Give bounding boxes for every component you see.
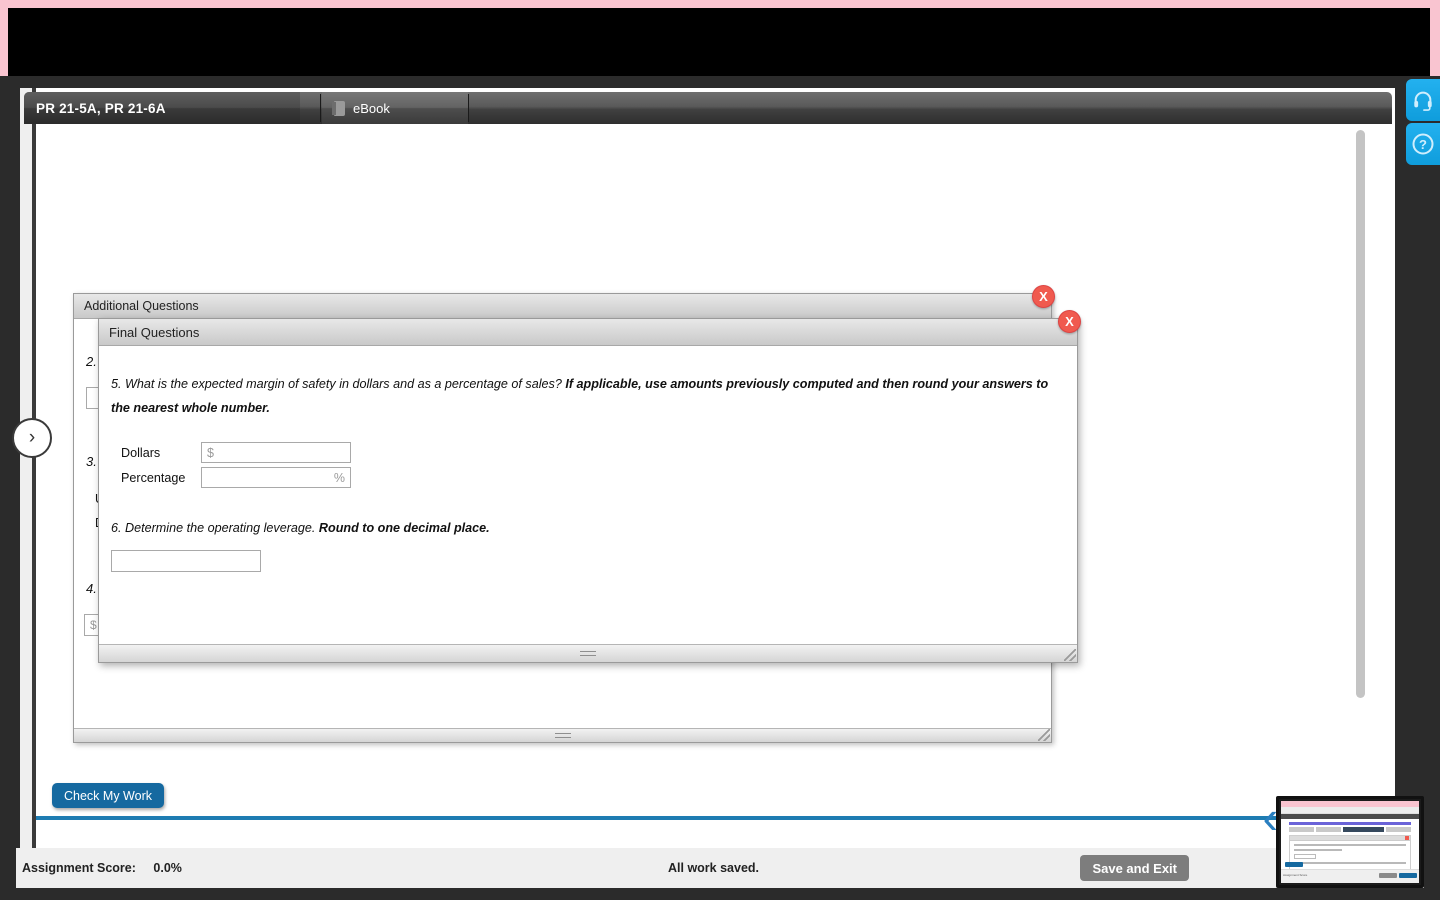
- additional-questions-panel-footer: [74, 728, 1051, 742]
- window-title: PR 21-5A, PR 21-6A: [24, 92, 300, 124]
- svg-text:?: ?: [1419, 137, 1427, 152]
- support-tab[interactable]: [1406, 79, 1440, 121]
- left-gutter-divider: [32, 88, 36, 848]
- pip-tabbar: [1289, 827, 1411, 832]
- assignment-score-value: 0.0%: [153, 861, 182, 875]
- window-titlebar: PR 21-5A, PR 21-6A eBook: [24, 92, 1392, 124]
- percentage-row: Percentage %: [111, 467, 1067, 488]
- additional-questions-resize-handle[interactable]: [1038, 729, 1050, 741]
- pip-statusbar: Assignment Score: [1281, 862, 1419, 883]
- titlebar-divider-1: [320, 94, 321, 122]
- scrollbar-thumb[interactable]: [1356, 130, 1365, 698]
- save-and-exit-button[interactable]: Save and Exit: [1080, 855, 1189, 881]
- save-status-text: All work saved.: [668, 861, 760, 875]
- dollars-row: Dollars $: [111, 442, 1067, 463]
- check-my-work-button[interactable]: Check My Work: [52, 783, 164, 808]
- final-questions-dialog-header: Final Questions X: [99, 310, 1081, 346]
- assignment-score: Assignment Score: 0.0%: [22, 861, 182, 875]
- vertical-scrollbar[interactable]: [1354, 124, 1367, 772]
- final-questions-close-icon[interactable]: X: [1058, 310, 1081, 333]
- black-top-region: [8, 8, 1430, 76]
- final-questions-dialog: Final Questions X 5. What is the expecte…: [98, 310, 1081, 663]
- chevron-right-icon: ›: [28, 427, 36, 448]
- pip-titlebar: [1281, 814, 1419, 819]
- expand-sidebar-button[interactable]: ›: [12, 418, 52, 458]
- percentage-label: Percentage: [121, 470, 186, 485]
- ebook-tab-label: eBook: [353, 100, 390, 116]
- dollars-input[interactable]: $: [201, 442, 351, 463]
- final-questions-body: 5. What is the expected margin of safety…: [99, 346, 1077, 644]
- headset-support-icon: [1414, 91, 1432, 111]
- status-bar: Assignment Score: 0.0% All work saved. S…: [16, 848, 1424, 888]
- operating-leverage-input[interactable]: [111, 550, 261, 572]
- dollars-label: Dollars: [121, 445, 161, 460]
- assignment-score-label: Assignment Score:: [22, 861, 136, 875]
- additional-questions-close-icon[interactable]: X: [1032, 285, 1055, 308]
- book-icon: [332, 100, 345, 116]
- final-questions-drag-grip[interactable]: [580, 651, 596, 656]
- aq-item-2-number: 2.: [86, 354, 97, 369]
- question-5-text: 5. What is the expected margin of safety…: [111, 372, 1067, 420]
- picture-in-picture-thumbnail[interactable]: Assignment Score: [1276, 796, 1424, 888]
- final-questions-dialog-footer: [99, 644, 1077, 662]
- question-6-text: 6. Determine the operating leverage. Rou…: [111, 516, 1067, 540]
- pip-url-bar: [1281, 807, 1419, 814]
- question-mark-help-icon: ?: [1412, 133, 1434, 155]
- left-gutter: [20, 88, 32, 848]
- additional-questions-drag-grip[interactable]: [554, 733, 571, 738]
- additional-questions-panel-header: Additional Questions X: [74, 285, 1055, 319]
- titlebar-divider-2: [468, 94, 469, 122]
- ebook-tab[interactable]: eBook: [322, 92, 468, 124]
- additional-questions-panel-title: Additional Questions: [84, 299, 199, 313]
- pink-frame-left: [0, 0, 8, 78]
- question-6-normal-text: 6. Determine the operating leverage.: [111, 521, 316, 535]
- aq-item-3-number: 3.: [86, 454, 97, 469]
- check-work-bar: Check My Work: [36, 772, 1373, 820]
- pip-breadcrumb: [1289, 822, 1411, 825]
- final-questions-resize-handle[interactable]: [1064, 649, 1076, 661]
- percentage-input[interactable]: %: [201, 467, 351, 488]
- pip-content: Assignment Score: [1281, 801, 1419, 883]
- question-6-bold-text: Round to one decimal place.: [318, 521, 490, 535]
- screen-frame: PR 21-5A, PR 21-6A eBook Contribution Ma…: [0, 0, 1440, 900]
- help-tab[interactable]: ?: [1406, 123, 1440, 165]
- question-5-normal-text: 5. What is the expected margin of safety…: [111, 377, 562, 391]
- final-questions-dialog-title: Final Questions: [109, 324, 200, 340]
- aq-item-4-number: 4.: [86, 581, 97, 596]
